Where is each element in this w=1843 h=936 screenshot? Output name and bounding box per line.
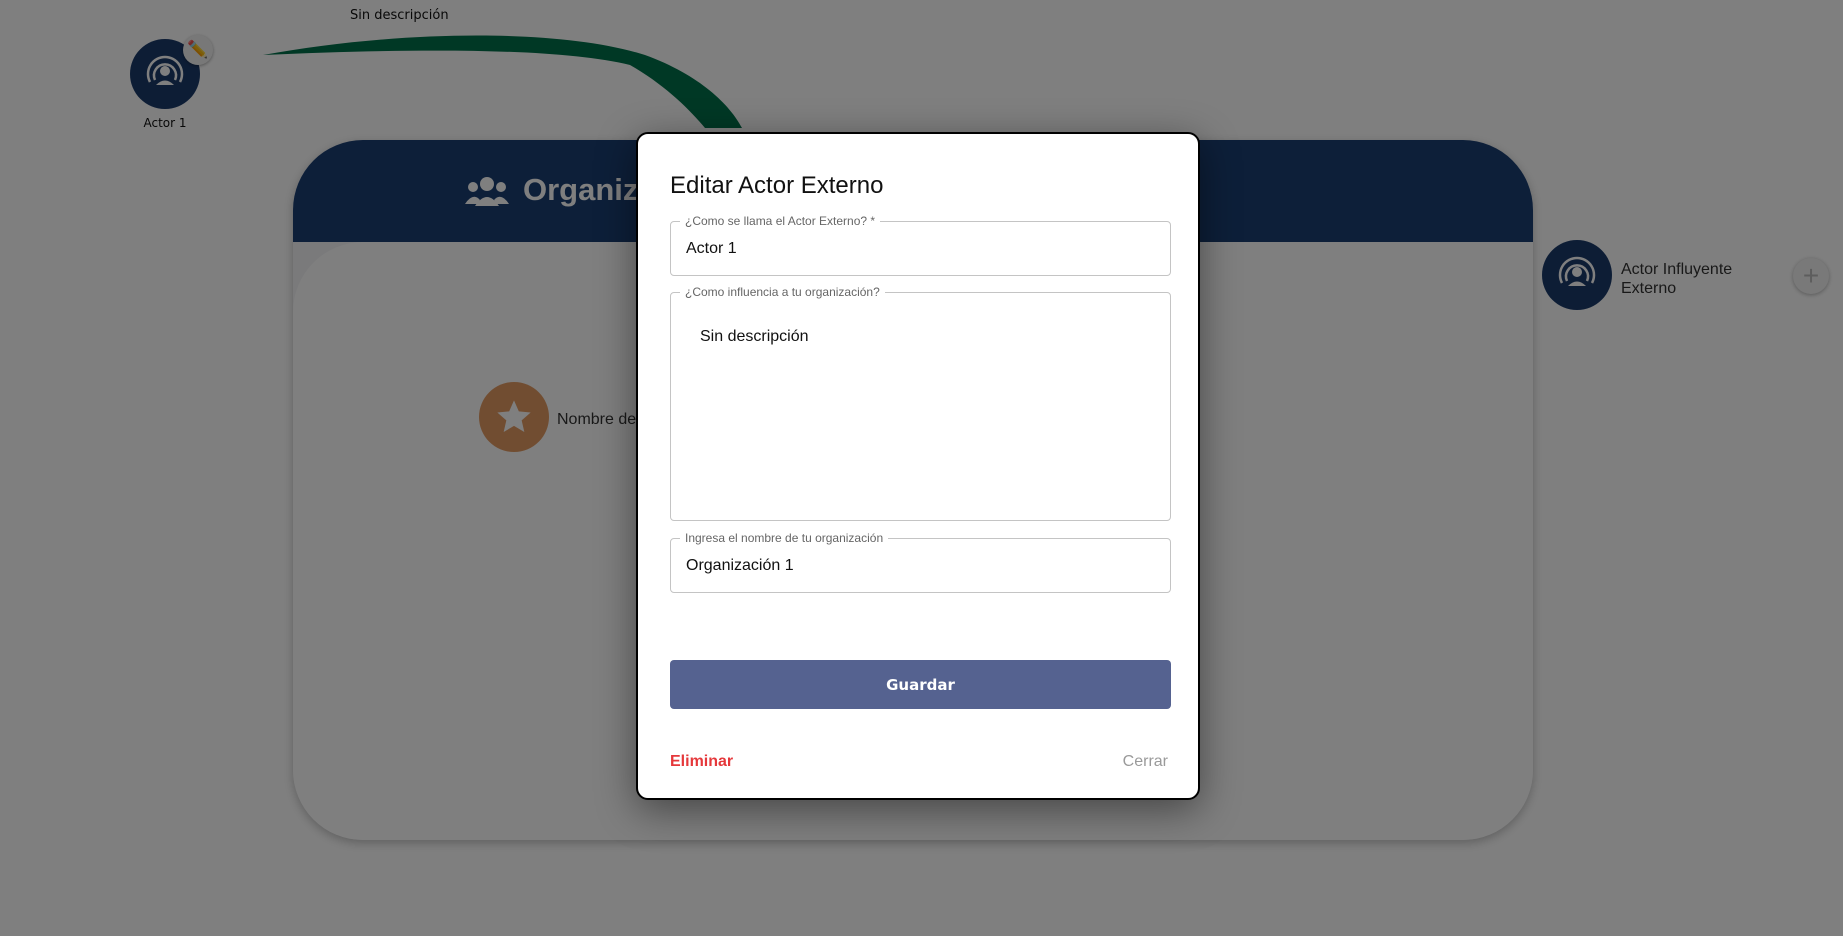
organization-name-input[interactable]: Organización 1 bbox=[686, 557, 794, 575]
dialog-title: Editar Actor Externo bbox=[670, 172, 884, 199]
save-button[interactable]: Guardar bbox=[670, 660, 1171, 709]
influence-label: ¿Como influencia a tu organización? bbox=[680, 285, 885, 299]
edit-actor-dialog: Editar Actor Externo ¿Como se llama el A… bbox=[636, 132, 1200, 800]
actor-name-field[interactable]: ¿Como se llama el Actor Externo? * Actor… bbox=[670, 214, 1171, 276]
organization-name-label: Ingresa el nombre de tu organización bbox=[680, 531, 889, 545]
delete-button[interactable]: Eliminar bbox=[670, 753, 733, 771]
close-button[interactable]: Cerrar bbox=[1123, 753, 1168, 771]
actor-name-label: ¿Como se llama el Actor Externo? * bbox=[680, 214, 881, 228]
actor-name-input[interactable]: Actor 1 bbox=[686, 240, 737, 258]
organization-name-field[interactable]: Ingresa el nombre de tu organización Org… bbox=[670, 531, 1171, 593]
influence-value[interactable]: Sin descripción bbox=[700, 328, 809, 346]
influence-textarea[interactable]: ¿Como influencia a tu organización? Sin … bbox=[670, 285, 1171, 521]
